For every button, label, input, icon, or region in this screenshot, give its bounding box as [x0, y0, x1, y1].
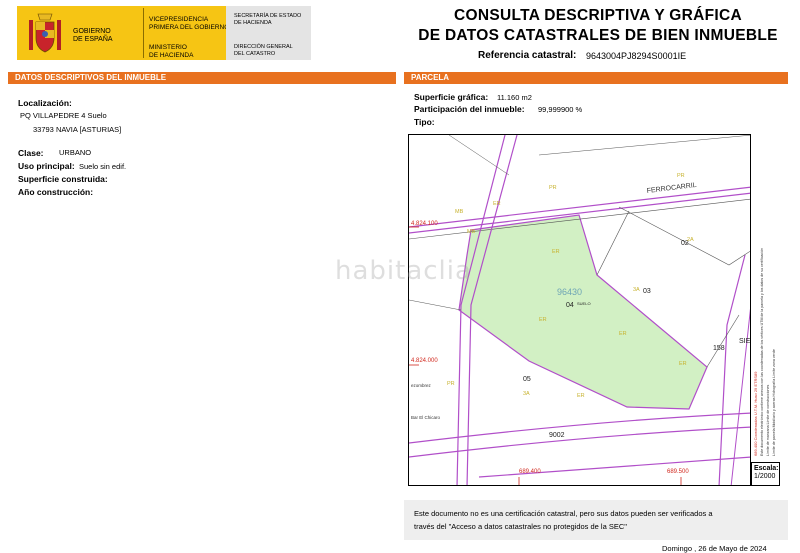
superficie-construida-label: Superficie construida: [18, 174, 108, 184]
highlighted-parcel-area [458, 214, 708, 410]
ground-label: ER [577, 393, 585, 399]
clase-value: URBANO [59, 148, 92, 157]
coord-x2-label: 689.500 [667, 469, 689, 475]
map-legend-drawing: 689.400 Coordenadas U.T.M. Huso 29 ETRS8… [753, 248, 776, 456]
place-label-bar-text: Bar El Chicaro [411, 415, 441, 420]
place-label-ezombrez: ezombrez [411, 383, 432, 388]
secretaria-block: SECRETARÍA DE ESTADO DE HACIENDA DIRECCI… [226, 6, 311, 60]
ground-label: MB [455, 209, 464, 215]
vicepresidencia-label: VICEPRESIDENCIA PRIMERA DEL GOBIERNO [149, 16, 230, 31]
secretaria-label: SECRETARÍA DE ESTADO DE HACIENDA [234, 13, 302, 26]
ground-label: ER [552, 249, 560, 255]
address-line2: 33793 NAVIA [ASTURIAS] [33, 125, 122, 134]
scale-box: Escala: 1/2000 [751, 462, 780, 486]
ground-label: 3A [523, 391, 530, 397]
coord-y1-label: 4.824.100 [411, 221, 438, 227]
notice-line1: Este documento no es una certificación c… [414, 509, 713, 518]
ground-label: PR [447, 381, 455, 387]
cadastral-map-drawing: FERROCARRIL 96430 04 SUELO 03 02 05 158 … [409, 135, 751, 485]
legend-text-1: 689.400 Coordenadas U.T.M. Huso 29 ETRS8… [753, 371, 758, 456]
participacion-value: 99,999900 % [538, 105, 583, 114]
legend-text-3: Límite de manzana Límite de construccion… [766, 384, 770, 456]
notice-line2: través del "Acceso a datos catastrales n… [414, 522, 627, 531]
localizacion-label: Localización: [18, 98, 72, 108]
parcela-section-bar: PARCELA [404, 72, 788, 84]
legend-text-4: Límite de parcela Mobiliario y aceras Hi… [772, 349, 776, 456]
ground-label: ER [539, 317, 547, 323]
legend-text-2: Este documento electrónico contiene anex… [760, 248, 764, 456]
coord-x1-label: 689.400 [519, 469, 541, 475]
direccion-label: DIRECCIÓN GENERAL DEL CATASTRO [234, 44, 293, 57]
parcel-158-label: 158 [713, 345, 725, 352]
watermark: habitaclia [335, 256, 472, 286]
road-label: FERROCARRIL [646, 182, 697, 195]
sub-number-label: 04 [566, 302, 574, 309]
map-legend: 689.400 Coordenadas U.T.M. Huso 29 ETRS8… [751, 134, 780, 462]
sie-label: SIE [739, 338, 751, 345]
ground-label: 2A [687, 237, 694, 243]
parcel-9002-label: 9002 [549, 432, 565, 439]
ministerio-label: MINISTERIO DE HACIENDA [149, 44, 194, 59]
clase-label: Clase: [18, 148, 44, 158]
spain-coat-of-arms-icon [29, 13, 61, 53]
coord-y2-label: 4.824.000 [411, 358, 438, 364]
document-title-line1: CONSULTA DESCRIPTIVA Y GRÁFICA [453, 7, 742, 24]
cadastral-map[interactable]: FERROCARRIL 96430 04 SUELO 03 02 05 158 … [408, 134, 751, 486]
ground-label: ER [619, 331, 627, 337]
uso-principal-value: Suelo sin edif. [79, 162, 127, 171]
tipo-label: Tipo: [414, 117, 435, 127]
document-title-line2: DE DATOS CATASTRALES DE BIEN INMUEBLE [418, 27, 778, 44]
address-line1: PQ VILLAPEDRE 4 Suelo [20, 111, 107, 120]
scale-value: 1/2000 [754, 473, 776, 480]
place-label-bar: Bar El Chicaro [411, 415, 441, 420]
superficie-grafica-label: Superficie gráfica: [414, 92, 489, 102]
ground-label: ER [493, 201, 501, 207]
ground-label: 3A [633, 287, 640, 293]
gobierno-label: GOBIERNO DE ESPAÑA [73, 28, 113, 43]
superficie-grafica-value: 11.160 m2 [497, 93, 532, 102]
participacion-label: Participación del inmueble: [414, 104, 525, 114]
sub-label: SUELO [577, 301, 591, 306]
parcel-number-label: 96430 [557, 287, 582, 297]
parcel-03-label: 03 [643, 288, 651, 295]
descriptive-data-section-bar: DATOS DESCRIPTIVOS DEL INMUEBLE [8, 72, 396, 84]
document-date: Domingo , 26 de Mayo de 2024 [662, 544, 767, 553]
header-divider [143, 8, 144, 58]
ground-label: MB [467, 229, 476, 235]
scale-label: Escala: [754, 465, 779, 472]
referencia-catastral-label: Referencia catastral: [478, 50, 577, 61]
referencia-catastral-value: 9643004PJ8294S0001IE [586, 51, 687, 61]
ground-label: PR [549, 185, 557, 191]
verification-notice: Este documento no es una certificación c… [404, 500, 788, 540]
anio-construccion-label: Año construcción: [18, 187, 94, 197]
parcel-05-label: 05 [523, 376, 531, 383]
uso-principal-label: Uso principal: [18, 161, 75, 171]
ground-label: ER [679, 361, 687, 367]
ground-label: PR [677, 173, 685, 179]
